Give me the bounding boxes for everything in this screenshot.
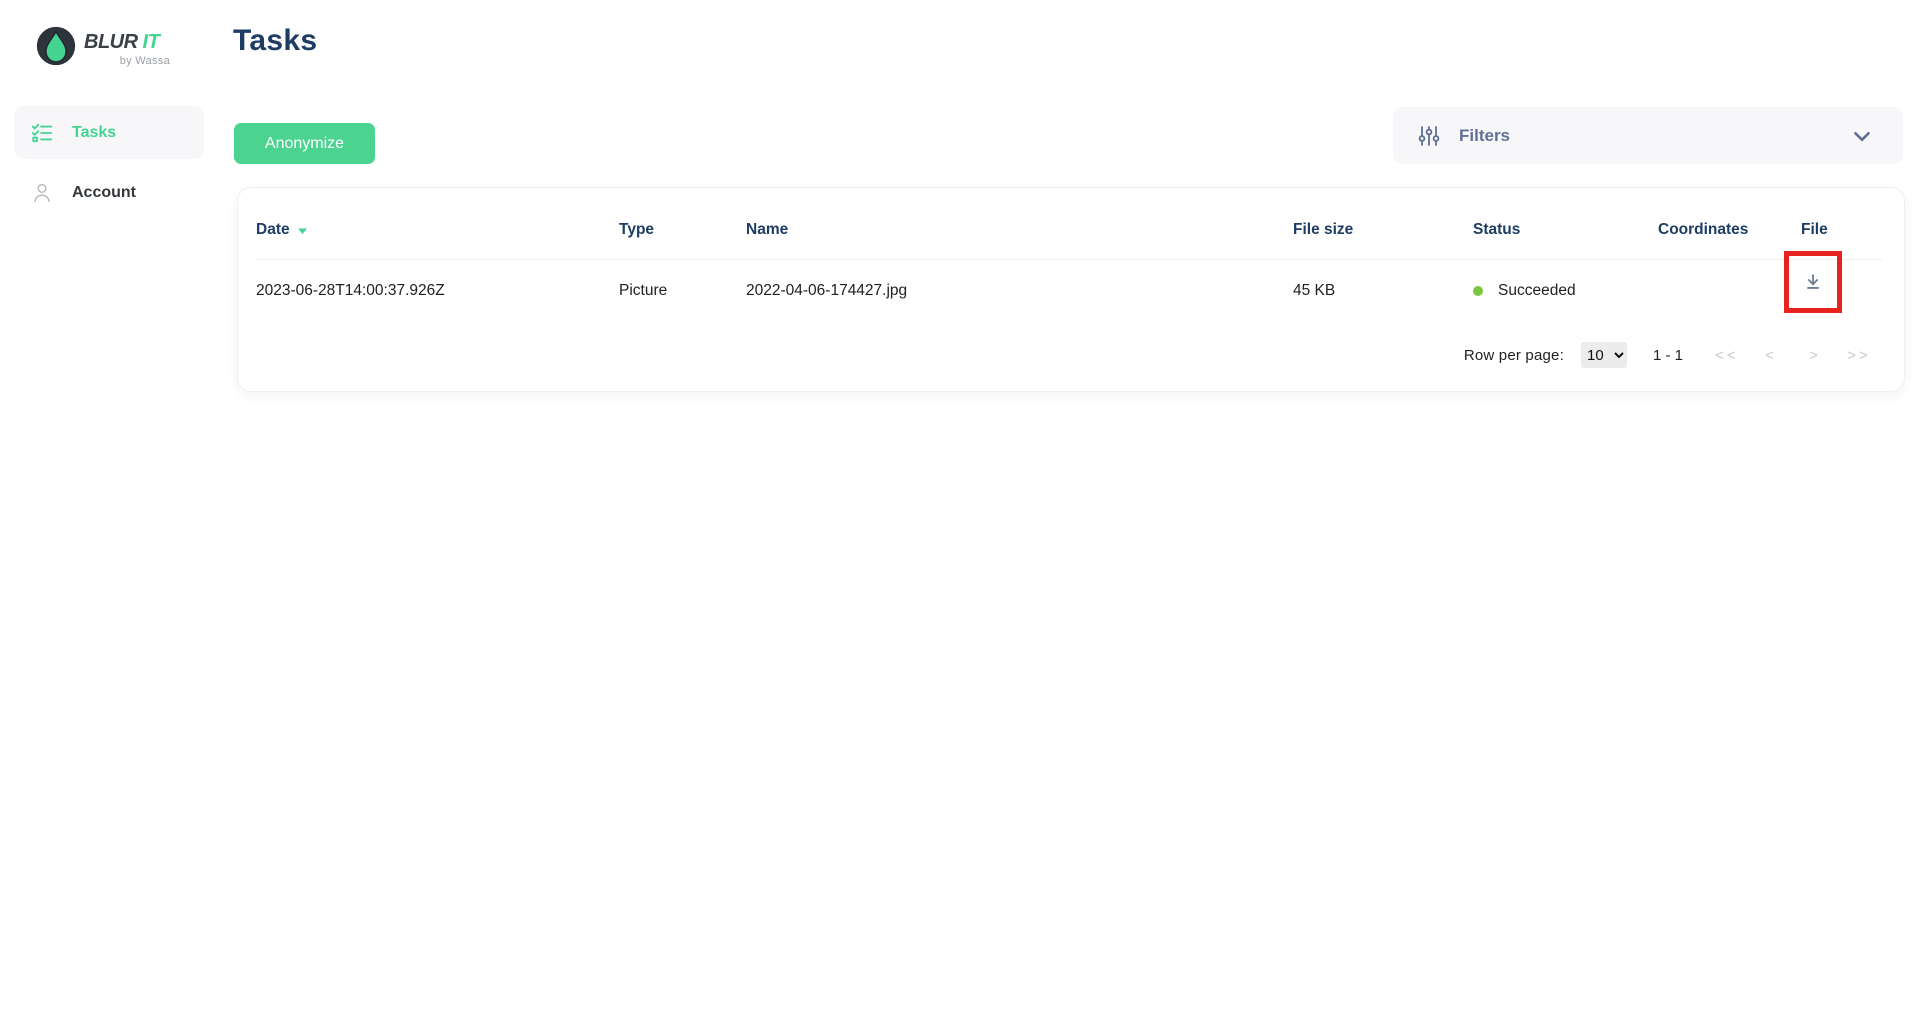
cell-name: 2022-04-06-174427.jpg <box>746 282 1293 300</box>
pagination: Row per page: 10 1 - 1 << < > >> <box>1464 340 1877 370</box>
next-page-button[interactable]: > <box>1797 347 1833 364</box>
chevron-down-icon <box>1849 123 1875 149</box>
brand-logo[interactable]: BLURIT by Wassa <box>36 26 170 67</box>
anonymize-button[interactable]: Anonymize <box>234 123 375 164</box>
brand-name-secondary: IT <box>143 31 160 53</box>
rows-per-page-select[interactable]: 10 <box>1581 342 1627 368</box>
rows-per-page-label: Row per page: <box>1464 347 1564 364</box>
checklist-icon <box>30 121 54 145</box>
column-header-file-size: File size <box>1293 221 1473 239</box>
prev-page-button[interactable]: < <box>1753 347 1789 364</box>
status-success-dot <box>1473 286 1483 296</box>
cell-date: 2023-06-28T14:00:37.926Z <box>256 282 619 300</box>
first-page-button[interactable]: << <box>1709 347 1745 364</box>
status-label: Succeeded <box>1498 282 1576 300</box>
blurit-drop-icon <box>36 26 76 66</box>
tasks-table-card: Date Type Name File size Status Coordina… <box>237 187 1905 392</box>
cell-type: Picture <box>619 282 746 300</box>
column-header-name: Name <box>746 221 1293 239</box>
column-header-date[interactable]: Date <box>256 221 619 239</box>
table-header-divider <box>256 259 1882 260</box>
column-header-file: File <box>1801 221 1904 239</box>
cell-status: Succeeded <box>1473 282 1658 300</box>
sidebar-item-account[interactable]: Account <box>14 166 204 219</box>
table-row: 2023-06-28T14:00:37.926Z Picture 2022-04… <box>238 259 1904 323</box>
download-icon <box>1802 271 1824 293</box>
caret-down-icon <box>297 227 308 235</box>
brand-name: BLURIT <box>84 32 170 52</box>
sidebar-item-label: Account <box>72 184 136 202</box>
filters-toggle[interactable]: Filters <box>1393 107 1903 164</box>
sidebar-item-label: Tasks <box>72 124 116 142</box>
column-header-type: Type <box>619 221 746 239</box>
user-icon <box>30 181 54 205</box>
brand-byline: by Wassa <box>84 55 170 67</box>
cell-file-size: 45 KB <box>1293 282 1473 300</box>
sliders-icon <box>1417 124 1441 148</box>
download-file-button[interactable] <box>1800 269 1826 295</box>
last-page-button[interactable]: >> <box>1841 347 1877 364</box>
sidebar-item-tasks[interactable]: Tasks <box>14 106 204 159</box>
page-title: Tasks <box>233 24 317 58</box>
column-header-status: Status <box>1473 221 1658 239</box>
table-header-row: Date Type Name File size Status Coordina… <box>238 188 1904 259</box>
column-header-coordinates: Coordinates <box>1658 221 1801 239</box>
sidebar: Tasks Account <box>14 106 204 219</box>
brand-name-primary: BLUR <box>84 31 138 53</box>
filters-label: Filters <box>1459 126 1510 146</box>
action-highlight-box <box>1784 251 1842 313</box>
pagination-range: 1 - 1 <box>1653 347 1683 364</box>
